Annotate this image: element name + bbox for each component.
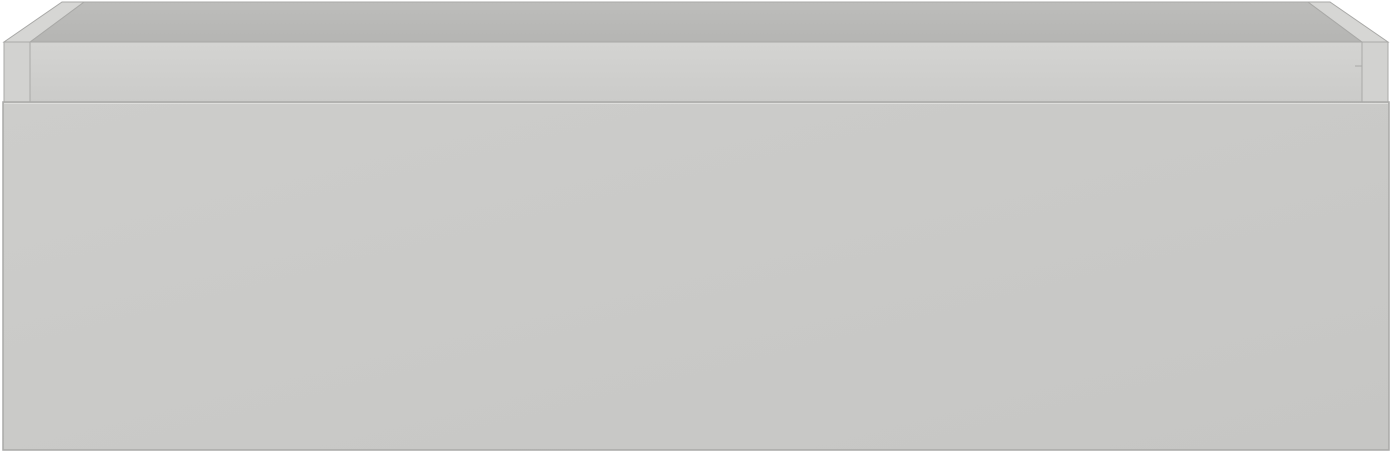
drawer-inner-back-wall <box>28 1 1364 43</box>
drawer-back-rim <box>29 41 1363 103</box>
drawer-front-panel <box>2 101 1390 451</box>
drawer-illustration <box>2 1 1390 451</box>
drawer-left-post <box>3 41 31 103</box>
drawer-render <box>0 0 1392 453</box>
drawer-right-post <box>1361 41 1389 103</box>
